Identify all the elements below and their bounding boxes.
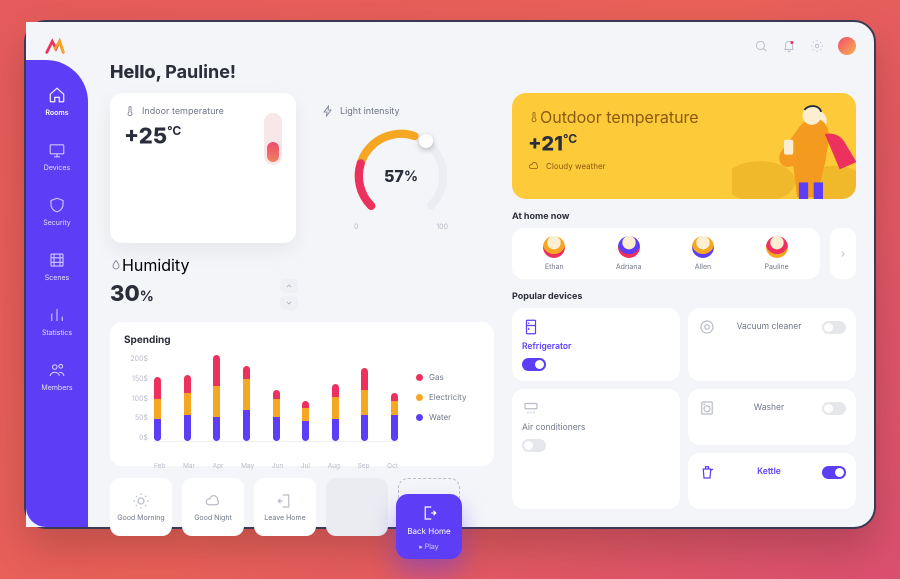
people-next-button[interactable] (830, 228, 856, 279)
humidity-down[interactable] (280, 296, 298, 310)
light-gauge[interactable]: 57% 0100 (346, 121, 456, 231)
nav-item-members[interactable]: Members (27, 361, 87, 392)
door-out-icon (276, 492, 294, 510)
nav: Rooms Devices Security Scenes Statistics… (26, 86, 88, 392)
chevron-right-icon (838, 249, 848, 259)
device-ac[interactable]: Air conditioners (512, 389, 680, 509)
humidity-value: 30% (110, 281, 296, 307)
person-pauline[interactable]: Pauline (765, 236, 789, 271)
nav-item-rooms[interactable]: Rooms (27, 86, 87, 117)
thermometer-icon (528, 111, 540, 123)
device-toggle[interactable] (822, 466, 846, 479)
settings-icon[interactable] (810, 39, 824, 53)
nav-item-devices[interactable]: Devices (27, 141, 87, 172)
bar-chart-icon (48, 306, 66, 324)
at-home-title: At home now (512, 211, 856, 222)
ac-icon (522, 399, 540, 417)
film-icon (48, 251, 66, 269)
page-title: Hello, Pauline! (110, 62, 856, 83)
popular-devices-title: Popular devices (512, 291, 856, 302)
scene-back-home-placeholder (326, 478, 388, 536)
device-vacuum[interactable]: Vacuum cleaner (688, 308, 856, 381)
home-icon (48, 86, 66, 104)
nav-item-statistics[interactable]: Statistics (27, 306, 87, 337)
app-logo-icon (44, 34, 66, 56)
person-allen[interactable]: Allen (692, 236, 714, 271)
topbar (110, 22, 856, 60)
people-list: Ethan Adriana Allen Pauline (512, 228, 820, 279)
device-toggle[interactable] (522, 358, 546, 371)
sun-icon (132, 492, 150, 510)
scene-play-button[interactable]: ▸ Play (419, 542, 438, 551)
light-intensity-card: Light intensity 57% 0100 (308, 93, 494, 243)
person-ethan[interactable]: Ethan (543, 236, 565, 271)
device-toggle[interactable] (822, 321, 846, 334)
door-in-icon (420, 504, 438, 522)
kettle-icon (698, 463, 716, 481)
thermometer-icon (124, 105, 136, 117)
humidity-up[interactable] (280, 279, 298, 293)
app-window: Rooms Devices Security Scenes Statistics… (24, 20, 876, 529)
weather-illustration (732, 93, 856, 199)
devices-grid: Refrigerator Vacuum cleaner (512, 308, 856, 509)
droplet-icon (110, 259, 122, 271)
nav-item-security[interactable]: Security (27, 196, 87, 227)
device-refrigerator[interactable]: Refrigerator (512, 308, 680, 381)
avatar-icon (766, 236, 788, 258)
spending-legend: Gas Electricity Water (416, 354, 480, 458)
user-avatar[interactable] (838, 37, 856, 55)
search-icon[interactable] (754, 39, 768, 53)
main: Hello, Pauline! Indoor temperature +25°C… (88, 22, 874, 527)
nav-item-scenes[interactable]: Scenes (27, 251, 87, 282)
scene-back-home-active[interactable]: Back Home ▸ Play (396, 494, 462, 559)
device-kettle[interactable]: Kettle (688, 453, 856, 509)
scene-good-night[interactable]: Good Night (182, 478, 244, 536)
users-icon (48, 361, 66, 379)
avatar-icon (618, 236, 640, 258)
indoor-temperature-value: +25°C (124, 123, 282, 149)
humidity-stepper (280, 279, 298, 310)
device-toggle[interactable] (822, 402, 846, 415)
person-adriana[interactable]: Adriana (616, 236, 642, 271)
cloud-icon (528, 160, 540, 172)
avatar-icon (543, 236, 565, 258)
cloud-icon (204, 492, 222, 510)
spending-card: Spending 200$150$100$50$0$ FebMarAprMayJ… (110, 322, 494, 466)
thermometer-gauge (264, 113, 282, 165)
shield-icon (48, 196, 66, 214)
monitor-icon (48, 141, 66, 159)
scene-leave-home[interactable]: Leave Home (254, 478, 316, 536)
washer-icon (698, 399, 716, 417)
flash-icon (322, 105, 334, 117)
vacuum-icon (698, 318, 716, 336)
device-toggle[interactable] (522, 439, 546, 452)
avatar-icon (692, 236, 714, 258)
humidity-card: Humidity 30% (110, 255, 296, 310)
fridge-icon (522, 318, 540, 336)
outdoor-card: Outdoor temperature +21°C Cloudy weather (512, 93, 856, 199)
scene-good-morning[interactable]: Good Morning (110, 478, 172, 536)
indoor-temperature-card: Indoor temperature +25°C (110, 93, 296, 243)
sidebar: Rooms Devices Security Scenes Statistics… (26, 22, 88, 527)
spending-chart: 200$150$100$50$0$ FebMarAprMayJunJulAugS… (124, 354, 398, 458)
bell-icon[interactable] (782, 39, 796, 53)
device-washer[interactable]: Washer (688, 389, 856, 445)
